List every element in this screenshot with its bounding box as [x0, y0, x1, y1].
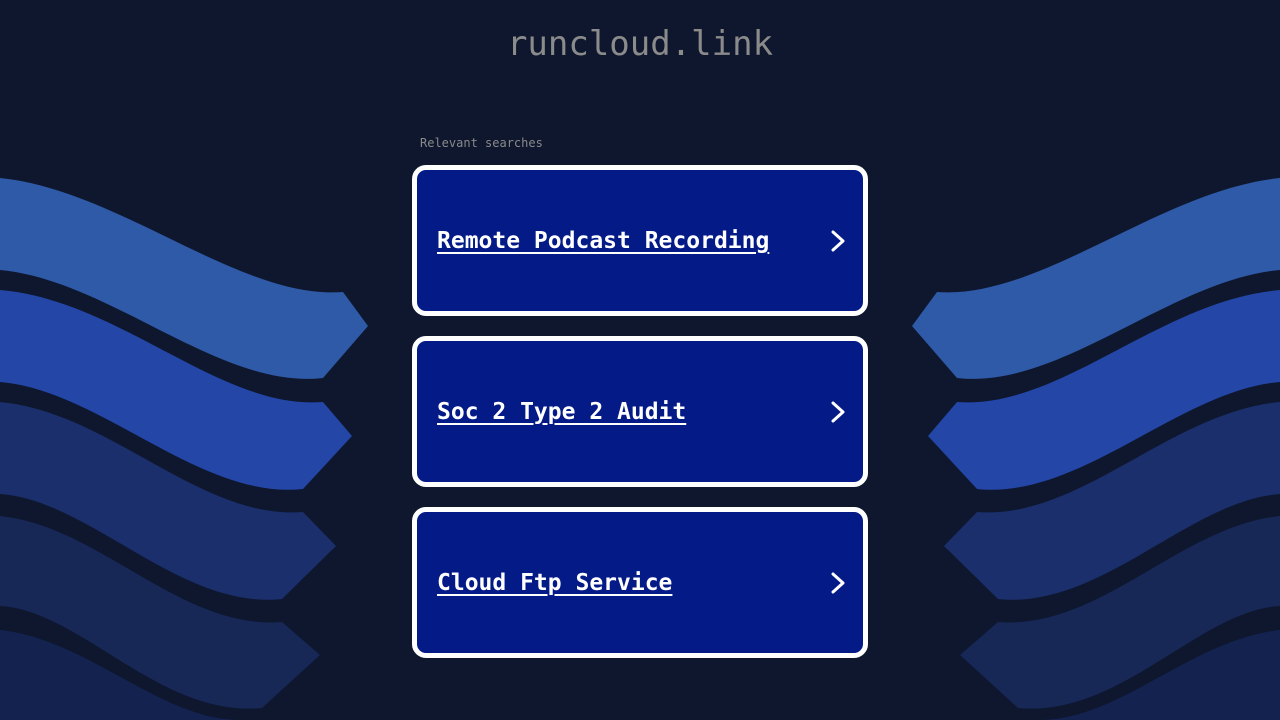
search-links-list: Remote Podcast Recording Soc 2 Type 2 Au… — [412, 165, 868, 678]
search-link-label[interactable]: Remote Podcast Recording — [437, 227, 769, 255]
chevron-right-icon — [831, 572, 845, 593]
search-link-label[interactable]: Soc 2 Type 2 Audit — [437, 398, 686, 426]
chevron-right-icon — [831, 230, 845, 251]
domain-title: runcloud.link — [506, 24, 774, 64]
search-link-label[interactable]: Cloud Ftp Service — [437, 569, 672, 597]
parked-domain-page: runcloud.link Relevant searches Remote P… — [0, 0, 1280, 720]
search-link-card[interactable]: Soc 2 Type 2 Audit — [412, 336, 868, 487]
search-link-card[interactable]: Remote Podcast Recording — [412, 165, 868, 316]
right-waves — [912, 178, 1280, 720]
chevron-right-icon — [831, 401, 845, 422]
search-link-card[interactable]: Cloud Ftp Service — [412, 507, 868, 658]
left-waves — [0, 178, 368, 720]
relevant-searches-label: Relevant searches — [420, 136, 543, 150]
